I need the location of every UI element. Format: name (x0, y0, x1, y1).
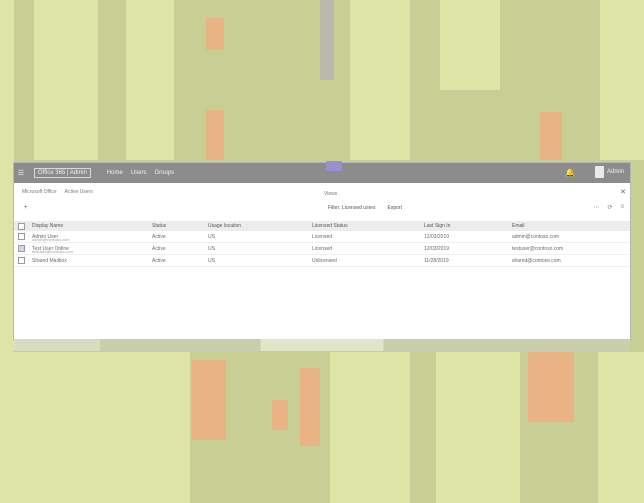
location-cell: US (208, 233, 215, 240)
license-cell: Licensed (312, 233, 333, 240)
last-sign-in-cell: 11/28/2019 (424, 257, 449, 264)
user-menu[interactable]: Admin (594, 166, 624, 178)
select-all-checkbox[interactable] (18, 223, 25, 230)
license-cell: Unlicensed (312, 257, 337, 264)
last-sign-in-cell: 12/03/2019 (424, 245, 450, 252)
background-panel (440, 0, 500, 90)
table-header: Display Name Status Usage location Licen… (14, 221, 630, 231)
refresh-icon[interactable]: ⟳ (607, 204, 612, 211)
table-row[interactable]: Shared Mailbox Active US Unlicensed 11/2… (14, 255, 630, 267)
users-table: Display Name Status Usage location Licen… (14, 221, 630, 267)
filter-group: Filter: Licensed users Export (328, 205, 402, 211)
background-panel (192, 360, 226, 440)
column-header[interactable]: Status (152, 223, 166, 229)
background-panel (206, 110, 224, 160)
column-header[interactable]: Usage location (208, 223, 241, 229)
export-button[interactable]: Export (388, 205, 402, 211)
accent-marker (326, 161, 342, 171)
more-icon[interactable]: ⋯ (593, 204, 599, 211)
title-bar: ☰ Office 365 | Admin Home Users Groups 🔔… (14, 161, 630, 183)
views-label[interactable]: Views (324, 191, 337, 197)
breadcrumb-item[interactable]: Active Users (65, 189, 93, 195)
background-panel (330, 352, 410, 503)
view-tools: ⋯ ⟳ ≡ (593, 204, 624, 211)
row-checkbox[interactable] (18, 233, 25, 240)
user-principal-name: testuser@contoso.com (32, 249, 73, 254)
close-icon[interactable]: ✕ (620, 188, 626, 196)
background-panel (350, 0, 410, 160)
background-panel (598, 352, 644, 503)
list-view-icon[interactable]: ≡ (620, 204, 624, 211)
license-cell: Licensed (312, 245, 333, 252)
background-panel (540, 112, 562, 160)
location-cell: US (208, 245, 215, 252)
admin-window: ☰ Office 365 | Admin Home Users Groups 🔔… (14, 161, 630, 339)
table-row[interactable]: Test User Online testuser@contoso.com Ac… (14, 243, 630, 255)
page-header: Microsoft Office Active Users Views ✕ (14, 183, 630, 201)
background-panel (320, 0, 334, 80)
user-name: Admin (606, 169, 624, 175)
row-checkbox[interactable] (18, 257, 25, 264)
email-cell: admin@contoso.com (512, 233, 560, 240)
hamburger-icon[interactable]: ☰ (16, 169, 26, 177)
avatar (594, 166, 604, 178)
command-bar: + Filter: Licensed users Export ⋯ ⟳ ≡ (14, 201, 630, 217)
breadcrumb-item[interactable]: Microsoft Office (22, 189, 57, 195)
column-header[interactable]: Email (512, 223, 525, 229)
background-panel (600, 0, 644, 160)
user-principal-name: admin@contoso.com (32, 237, 70, 242)
status-cell: Active (152, 257, 166, 264)
email-cell: testuser@contoso.com (512, 245, 564, 252)
background-panel (34, 0, 98, 160)
background-panel (126, 0, 174, 160)
background-panel (0, 352, 190, 503)
background-panel (436, 352, 520, 503)
background-panel (272, 400, 288, 430)
add-user-button[interactable]: + (24, 205, 28, 211)
background-panel (206, 18, 224, 50)
email-cell: shared@contoso.com (512, 257, 561, 264)
top-nav: Home Users Groups (107, 170, 174, 176)
column-header[interactable]: Last Sign In (424, 223, 450, 229)
row-checkbox[interactable] (18, 245, 25, 252)
status-strip (14, 339, 630, 351)
column-header[interactable]: Licensed Status (312, 223, 348, 229)
table-row[interactable]: Admin User admin@contoso.com Active US L… (14, 231, 630, 243)
background-panel (528, 352, 574, 422)
bell-icon[interactable]: 🔔 (565, 168, 575, 177)
background-panel (300, 368, 320, 446)
app-title[interactable]: Office 365 | Admin (34, 168, 91, 178)
status-cell: Active (152, 245, 166, 252)
status-cell: Active (152, 233, 166, 240)
column-header[interactable]: Display Name (32, 223, 63, 229)
nav-item-home[interactable]: Home (107, 170, 123, 176)
breadcrumb: Microsoft Office Active Users (22, 189, 93, 195)
nav-item-users[interactable]: Users (131, 170, 147, 176)
title-bar-right: 🔔 Admin (565, 166, 624, 178)
user-name-cell[interactable]: Shared Mailbox (32, 258, 67, 264)
location-cell: US (208, 257, 215, 264)
last-sign-in-cell: 12/03/2019 (424, 233, 450, 240)
filter-dropdown[interactable]: Filter: Licensed users (328, 205, 376, 211)
nav-item-groups[interactable]: Groups (155, 170, 175, 176)
